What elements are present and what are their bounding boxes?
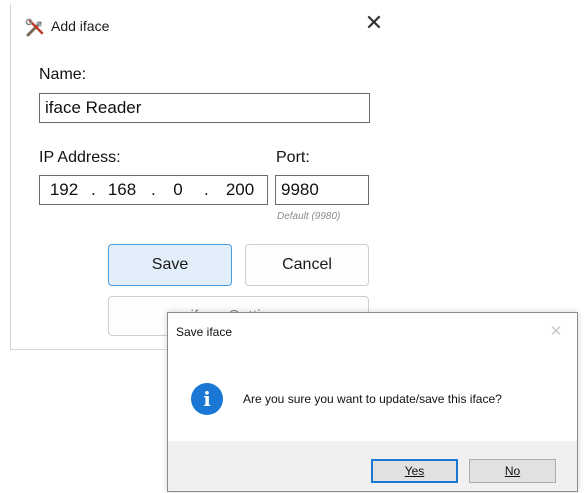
ip-octet-4[interactable]: 200 xyxy=(220,176,260,204)
port-input[interactable]: 9980 xyxy=(275,175,369,205)
ip-dot: . xyxy=(204,180,209,199)
port-label: Port: xyxy=(276,149,310,166)
dialog-message: Are you sure you want to update/save thi… xyxy=(243,392,502,406)
yes-label: Yes xyxy=(404,464,425,478)
ip-address-label: IP Address: xyxy=(39,149,121,166)
name-input[interactable]: iface Reader xyxy=(39,93,370,123)
port-default-hint: Default (9980) xyxy=(277,211,341,222)
name-label: Name: xyxy=(39,66,87,83)
close-icon[interactable]: ✕ xyxy=(360,10,388,38)
info-icon: i xyxy=(191,383,223,415)
dialog-footer: Yes No xyxy=(168,441,577,491)
ip-octet-1[interactable]: 192 xyxy=(44,176,84,204)
save-button[interactable]: Save xyxy=(108,244,232,286)
ip-dot: . xyxy=(151,180,156,199)
save-iface-dialog: Save iface ✕ i Are you sure you want to … xyxy=(167,312,578,492)
ip-octet-2[interactable]: 168 xyxy=(102,176,142,204)
dialog-body: i Are you sure you want to update/save t… xyxy=(168,351,577,441)
ip-address-input[interactable]: 192 . 168 . 0 . 200 xyxy=(39,175,268,205)
title-bar: Add iface ✕ xyxy=(11,4,390,44)
window-title: Add iface xyxy=(51,18,110,34)
ip-octet-3[interactable]: 0 xyxy=(164,176,192,204)
dialog-title-bar: Save iface ✕ xyxy=(168,313,577,351)
cancel-button[interactable]: Cancel xyxy=(245,244,369,286)
no-button[interactable]: No xyxy=(469,459,556,483)
dialog-title: Save iface xyxy=(176,325,233,339)
screen: Add iface ✕ Name: iface Reader IP Addres… xyxy=(0,0,584,493)
tools-icon xyxy=(25,18,44,37)
yes-button[interactable]: Yes xyxy=(371,459,458,483)
ip-dot: . xyxy=(91,180,96,199)
no-label: No xyxy=(504,464,521,478)
add-iface-window: Add iface ✕ Name: iface Reader IP Addres… xyxy=(10,4,390,350)
close-icon[interactable]: ✕ xyxy=(542,317,570,345)
